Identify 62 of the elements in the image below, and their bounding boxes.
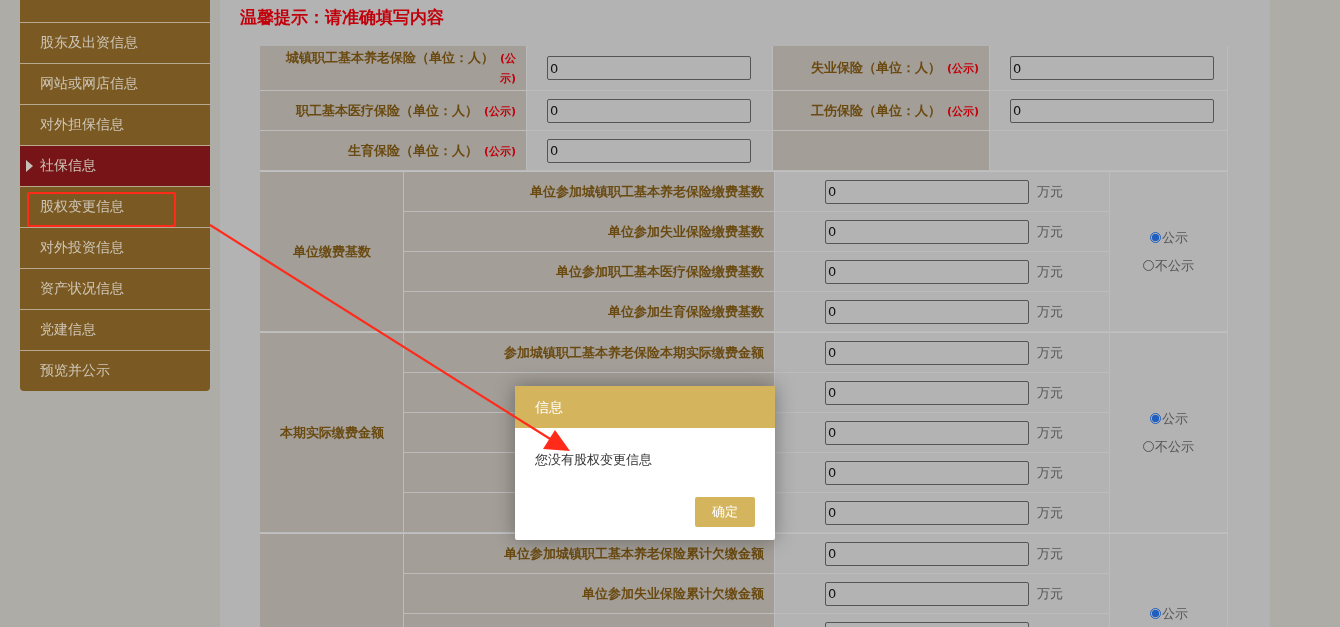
radio-icon[interactable] (1143, 441, 1154, 452)
unit-label: 万元 (1037, 544, 1063, 563)
input-field[interactable]: 0 (547, 98, 751, 123)
input-field[interactable]: 0 (825, 581, 1029, 606)
label-cell: 失业保险（单位：人） (公示) (773, 46, 990, 91)
input-field[interactable]: 0 (825, 219, 1029, 244)
radio-option[interactable]: 公示 (1149, 409, 1188, 428)
dialog-message: 您没有股权变更信息 (535, 452, 652, 468)
input-field[interactable]: 0 (825, 299, 1029, 324)
label-cell: 单位参加职工基本医疗保险缴费基数 (404, 252, 775, 292)
radio-icon[interactable] (1149, 608, 1161, 619)
input-field[interactable]: 0 (1010, 98, 1214, 123)
radio-option[interactable]: 不公示 (1143, 256, 1194, 275)
sidebar-item[interactable]: 预览并公示 (20, 350, 210, 391)
radio-icon[interactable] (1149, 232, 1161, 243)
dialog-title: 信息 (515, 386, 775, 428)
label-cell: 城镇职工基本养老保险（单位：人） (公示) (260, 46, 527, 91)
sidebar-item[interactable]: 社保信息 (20, 145, 210, 186)
sidebar-item[interactable]: 党建信息 (20, 309, 210, 350)
unit-label: 万元 (1037, 463, 1063, 482)
input-field[interactable]: 0 (825, 541, 1029, 566)
unit-label: 万元 (1037, 584, 1063, 603)
sidebar-item[interactable]: 股东及出资信息 (20, 22, 210, 63)
unit-label: 万元 (1037, 343, 1063, 362)
sidebar-item[interactable]: 对外投资信息 (20, 227, 210, 268)
unit-label: 万元 (1037, 182, 1063, 201)
label-cell: 单位参加生育保险缴费基数 (404, 292, 775, 332)
group-label-cell: 本期实际缴费金额 (260, 333, 404, 533)
label-cell: 生育保险（单位：人） (公示) (260, 131, 527, 171)
unit-label: 万元 (1037, 383, 1063, 402)
radio-option[interactable]: 公示 (1149, 228, 1188, 247)
radio-option[interactable]: 不公示 (1143, 437, 1194, 456)
input-field[interactable]: 0 (825, 420, 1029, 445)
sidebar-item[interactable]: 资产状况信息 (20, 268, 210, 309)
unit-label: 万元 (1037, 302, 1063, 321)
unit-label: 万元 (1037, 503, 1063, 522)
radio-icon[interactable] (1143, 260, 1154, 271)
radio-icon[interactable] (1149, 413, 1161, 424)
radio-option[interactable]: 公示 (1149, 604, 1188, 623)
input-field[interactable]: 0 (1010, 56, 1214, 80)
label-cell: 参加城镇职工基本养老保险本期实际缴费金额 (404, 333, 775, 373)
input-field[interactable]: 0 (825, 460, 1029, 485)
input-field[interactable]: 0 (825, 259, 1029, 284)
input-field[interactable]: 0 (825, 340, 1029, 365)
input-field[interactable]: 0 (547, 138, 751, 163)
label-cell: 工伤保险（单位：人） (公示) (773, 91, 990, 131)
notice-title: 温馨提示：请准确填写内容 (240, 6, 445, 29)
label-cell: 职工基本医疗保险（单位：人） (公示) (260, 91, 527, 131)
unit-label: 万元 (1037, 423, 1063, 442)
label-cell: 单位参加城镇职工基本养老保险缴费基数 (404, 172, 775, 212)
input-field[interactable]: 0 (547, 56, 751, 80)
sidebar-item[interactable]: 网站或网店信息 (20, 63, 210, 104)
input-field[interactable]: 0 (825, 179, 1029, 204)
unit-label: 万元 (1037, 262, 1063, 281)
label-cell: 单位参加失业保险累计欠缴金额 (404, 574, 775, 614)
input-field[interactable]: 0 (825, 380, 1029, 405)
caret-icon (26, 160, 33, 172)
unit-label: 万元 (1037, 222, 1063, 241)
sidebar-item[interactable]: 股权变更信息 (20, 186, 210, 227)
input-field[interactable]: 0 (825, 500, 1029, 525)
group-label-cell: 单位缴费基数 (260, 172, 404, 332)
label-cell: 单位参加失业保险缴费基数 (404, 212, 775, 252)
